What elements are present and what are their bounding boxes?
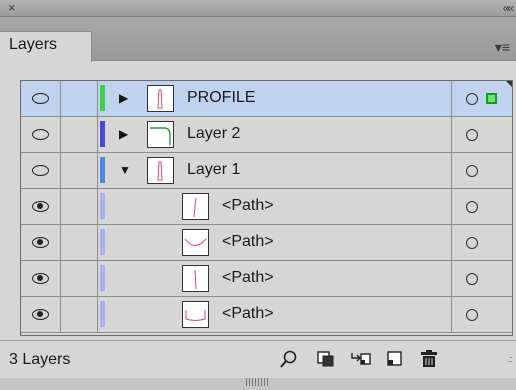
lock-toggle[interactable] [61, 153, 98, 188]
target-column[interactable] [451, 261, 512, 296]
layer-color-bar [100, 265, 105, 291]
layer-thumbnail [147, 85, 174, 112]
target-circle-icon[interactable] [466, 93, 478, 105]
target-circle-icon[interactable] [466, 129, 478, 141]
clipping-mask-icon[interactable] [315, 349, 337, 369]
collapse-panel-icon[interactable]: «« [503, 0, 514, 16]
layer-color-bar [100, 301, 105, 327]
path-thumbnail [182, 229, 209, 256]
trash-icon[interactable] [418, 349, 440, 369]
new-layer-icon[interactable] [384, 349, 406, 369]
layer-name[interactable]: Layer 1 [187, 161, 240, 179]
path-thumbnail [182, 193, 209, 220]
visibility-toggle[interactable] [21, 297, 61, 332]
layer-thumbnail [147, 121, 174, 148]
lock-toggle[interactable] [61, 261, 98, 296]
new-sublayer-icon[interactable] [350, 349, 372, 369]
eye-outline-icon [32, 165, 49, 176]
path-row[interactable]: <Path> [21, 297, 512, 333]
panel-menu-icon[interactable]: ▾≡ [495, 39, 510, 56]
target-column[interactable] [451, 117, 512, 152]
lock-toggle[interactable] [61, 189, 98, 224]
visibility-toggle[interactable] [21, 117, 61, 152]
target-circle-icon[interactable] [466, 309, 478, 321]
path-row[interactable]: <Path> [21, 261, 512, 297]
search-icon[interactable] [278, 349, 300, 369]
eye-filled-icon [32, 201, 49, 212]
path-thumbnail [182, 265, 209, 292]
expand-triangle-icon[interactable]: ▶ [119, 127, 128, 141]
target-column[interactable] [451, 297, 512, 332]
visibility-toggle[interactable] [21, 153, 61, 188]
layer-count: 3 Layers [9, 351, 71, 368]
lock-toggle[interactable] [61, 225, 98, 260]
path-thumbnail [182, 301, 209, 328]
eye-outline-icon [32, 129, 49, 140]
lock-toggle[interactable] [61, 297, 98, 332]
close-icon[interactable]: × [8, 0, 16, 16]
visibility-toggle[interactable] [21, 81, 61, 116]
layer-row-profile[interactable]: ▶ PROFILE [21, 81, 512, 117]
tab-layers[interactable]: Layers [0, 31, 92, 62]
target-circle-icon[interactable] [466, 165, 478, 177]
collapse-triangle-icon[interactable]: ▼ [119, 163, 131, 177]
path-name[interactable]: <Path> [222, 197, 274, 215]
layer-color-bar [100, 229, 105, 255]
path-row[interactable]: <Path> [21, 225, 512, 261]
layer-thumbnail [147, 157, 174, 184]
selected-art-indicator[interactable] [486, 93, 497, 104]
layer-name[interactable]: Layer 2 [187, 125, 240, 143]
target-circle-icon[interactable] [466, 237, 478, 249]
target-column[interactable] [451, 81, 512, 116]
eye-filled-icon [32, 237, 49, 248]
layer-color-bar [100, 85, 105, 111]
resize-grip-icon[interactable]: .:: [507, 354, 512, 364]
lock-toggle[interactable] [61, 117, 98, 152]
layer-color-bar [100, 193, 105, 219]
layer-name[interactable]: PROFILE [187, 89, 255, 107]
layers-list: ▶ PROFILE ▶ Layer 2 ▼ Layer 1 <Path> <Pa… [20, 80, 513, 336]
path-name[interactable]: <Path> [222, 305, 274, 323]
eye-outline-icon [32, 93, 49, 104]
panel-footer: 3 Layers .:: [0, 340, 516, 378]
tab-layers-label: Layers [9, 36, 58, 53]
target-column[interactable] [451, 189, 512, 224]
layer-row-layer-1[interactable]: ▼ Layer 1 [21, 153, 512, 189]
eye-filled-icon [32, 309, 49, 320]
visibility-toggle[interactable] [21, 261, 61, 296]
path-name[interactable]: <Path> [222, 233, 274, 251]
target-circle-icon[interactable] [466, 201, 478, 213]
layer-color-bar [100, 121, 105, 147]
layer-color-bar [100, 157, 105, 183]
target-circle-icon[interactable] [466, 273, 478, 285]
visibility-toggle[interactable] [21, 225, 61, 260]
layer-row-layer-2[interactable]: ▶ Layer 2 [21, 117, 512, 153]
panel-title-bar[interactable]: × «« [0, 0, 516, 17]
lock-toggle[interactable] [61, 81, 98, 116]
tab-strip: Layers ▾≡ [0, 17, 516, 62]
eye-filled-icon [32, 273, 49, 284]
target-column[interactable] [451, 153, 512, 188]
path-name[interactable]: <Path> [222, 269, 274, 287]
panel-drag-handle[interactable] [246, 378, 270, 386]
current-layer-indicator [506, 81, 512, 89]
path-row[interactable]: <Path> [21, 189, 512, 225]
expand-triangle-icon[interactable]: ▶ [119, 91, 128, 105]
layers-panel: × «« Layers ▾≡ ▶ PROFILE ▶ Layer 2 ▼ Lay… [0, 0, 516, 390]
target-column[interactable] [451, 225, 512, 260]
visibility-toggle[interactable] [21, 189, 61, 224]
